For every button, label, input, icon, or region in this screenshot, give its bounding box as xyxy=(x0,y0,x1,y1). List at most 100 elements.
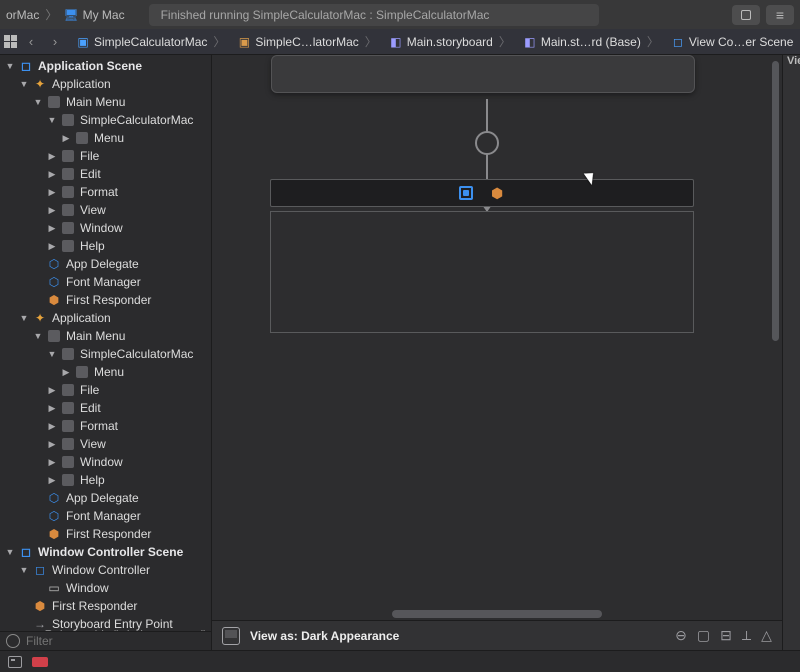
disclosure-triangle-icon[interactable] xyxy=(46,438,58,450)
disclosure-triangle-icon[interactable] xyxy=(60,366,72,378)
embed-button[interactable]: ▢ xyxy=(697,627,710,644)
scroll-thumb[interactable] xyxy=(772,61,779,341)
disclosure-triangle-icon[interactable] xyxy=(46,222,58,234)
zoom-out-button[interactable]: ⊖ xyxy=(675,627,687,644)
outline-item[interactable]: View xyxy=(0,435,211,453)
outline-item[interactable]: ▭Window xyxy=(0,579,211,597)
disclosure-triangle-icon[interactable] xyxy=(46,204,58,216)
scheme-selector[interactable]: orMac 〉 🖥 My Mac xyxy=(6,6,125,23)
view-controller-view[interactable] xyxy=(270,211,694,333)
window-preview[interactable] xyxy=(271,55,695,93)
disclosure-triangle-icon[interactable] xyxy=(46,348,58,360)
app-icon: ✦ xyxy=(32,76,48,92)
pin-button[interactable]: ⟂ xyxy=(742,627,751,644)
disclosure-triangle-icon[interactable] xyxy=(46,114,58,126)
panels-button[interactable] xyxy=(766,5,794,25)
outline-item[interactable]: Main Menu xyxy=(0,93,211,111)
device-icon[interactable] xyxy=(222,627,240,645)
breadcrumb-item-3[interactable]: ◧ Main.st…rd (Base) 〉 xyxy=(519,33,665,50)
outline-item[interactable]: ⬢First Responder xyxy=(0,525,211,543)
view-as-label[interactable]: View as: Dark Appearance xyxy=(250,629,399,643)
outline-item[interactable]: ⬡App Delegate xyxy=(0,255,211,273)
outline-item[interactable]: File xyxy=(0,147,211,165)
outline-item[interactable]: ◻Window Controller xyxy=(0,561,211,579)
outline-item[interactable]: ⬢First Responder xyxy=(0,291,211,309)
breadcrumb-item-1[interactable]: ▣ SimpleC…latorMac 〉 xyxy=(233,33,382,50)
segue-arrow[interactable] xyxy=(475,99,499,179)
filter-input[interactable] xyxy=(26,634,205,648)
outline-item[interactable]: Edit xyxy=(0,165,211,183)
horizontal-scrollbar[interactable] xyxy=(212,608,782,620)
related-items-button[interactable] xyxy=(4,32,18,52)
outline-item[interactable]: ⬡Font Manager xyxy=(0,273,211,291)
outline-label: SimpleCalculatorMac xyxy=(80,113,193,127)
disclosure-triangle-icon[interactable] xyxy=(4,60,16,72)
outline-section-header[interactable]: ◻Window Controller Scene xyxy=(0,543,211,561)
activity-status[interactable]: Finished running SimpleCalculatorMac : S… xyxy=(149,4,599,26)
outline-item[interactable]: ⬡App Delegate xyxy=(0,489,211,507)
outline-item[interactable]: Help xyxy=(0,237,211,255)
font-icon: ⬡ xyxy=(46,274,62,290)
breadcrumb-item-4[interactable]: ◻ View Co…er Scene 〉 xyxy=(667,33,800,50)
back-button[interactable]: ‹ xyxy=(20,32,42,52)
library-button[interactable] xyxy=(732,5,760,25)
outline-item[interactable]: Window xyxy=(0,453,211,471)
outline-item[interactable]: Menu xyxy=(0,129,211,147)
disclosure-triangle-icon[interactable] xyxy=(18,78,30,90)
outline-label: App Delegate xyxy=(66,491,139,505)
disclosure-triangle-icon[interactable] xyxy=(18,312,30,324)
outline-item[interactable]: SimpleCalculatorMac xyxy=(0,345,211,363)
disclosure-triangle-icon[interactable] xyxy=(32,330,44,342)
disclosure-triangle-icon[interactable] xyxy=(46,456,58,468)
outline-item[interactable]: Menu xyxy=(0,363,211,381)
outline-item[interactable]: ⬢First Responder xyxy=(0,597,211,615)
disclosure-triangle-icon[interactable] xyxy=(46,420,58,432)
canvas-viewport[interactable]: ⬢ xyxy=(212,55,782,608)
disclosure-triangle-icon[interactable] xyxy=(4,546,16,558)
outline-item[interactable]: Help xyxy=(0,471,211,489)
outline-label: Edit xyxy=(80,401,101,415)
outline-item[interactable]: Format xyxy=(0,183,211,201)
disclosure-triangle-icon[interactable] xyxy=(46,186,58,198)
outline-item[interactable]: Format xyxy=(0,417,211,435)
inspector-panel[interactable]: Vie xyxy=(782,55,800,650)
outline-item[interactable]: SimpleCalculatorMac xyxy=(0,111,211,129)
disclosure-triangle-icon[interactable] xyxy=(32,96,44,108)
outline-item[interactable]: ✦Application xyxy=(0,75,211,93)
outline-label: Application Scene xyxy=(38,59,142,73)
align-button[interactable]: ⊟ xyxy=(720,627,732,644)
outline-item[interactable]: File xyxy=(0,381,211,399)
chevron-right-icon: › xyxy=(53,34,57,49)
disclosure-triangle-icon[interactable] xyxy=(46,168,58,180)
outline-section-header[interactable]: ◻Application Scene xyxy=(0,57,211,75)
vertical-scrollbar[interactable] xyxy=(770,57,781,578)
disclosure-triangle-icon[interactable] xyxy=(46,402,58,414)
outline-item[interactable]: Edit xyxy=(0,399,211,417)
first-responder-icon: ⬢ xyxy=(46,526,62,542)
forward-button[interactable]: › xyxy=(44,32,66,52)
breadcrumb-item-2[interactable]: ◧ Main.storyboard 〉 xyxy=(385,33,517,50)
crumb-label: View Co…er Scene xyxy=(689,35,794,49)
outline-item[interactable]: ⬡Font Manager xyxy=(0,507,211,525)
debug-indicator-icon[interactable] xyxy=(32,657,48,667)
disclosure-triangle-icon[interactable] xyxy=(60,132,72,144)
outline-item[interactable]: Window xyxy=(0,219,211,237)
scroll-thumb[interactable] xyxy=(392,610,602,618)
console-button[interactable] xyxy=(8,656,22,668)
lines-icon xyxy=(776,7,784,23)
disclosure-triangle-icon[interactable] xyxy=(46,384,58,396)
disclosure-triangle-icon[interactable] xyxy=(46,150,58,162)
disclosure-triangle-icon[interactable] xyxy=(18,564,30,576)
disclosure-triangle-icon[interactable] xyxy=(46,240,58,252)
outline-item[interactable]: ✦Application xyxy=(0,309,211,327)
outline-label: File xyxy=(80,149,99,163)
outline-item[interactable]: Main Menu xyxy=(0,327,211,345)
view-controller-header[interactable]: ⬢ xyxy=(270,179,694,207)
window-controller-icon: ◻ xyxy=(32,562,48,578)
resolve-button[interactable]: △ xyxy=(761,627,772,644)
breadcrumb-item-0[interactable]: ▣ SimpleCalculatorMac 〉 xyxy=(72,33,231,50)
outline-tree[interactable]: ◻Application Scene✦ApplicationMain MenuS… xyxy=(0,55,211,631)
disclosure-triangle-icon[interactable] xyxy=(46,474,58,486)
outline-item[interactable]: View xyxy=(0,201,211,219)
segue-circle-icon xyxy=(475,131,499,155)
